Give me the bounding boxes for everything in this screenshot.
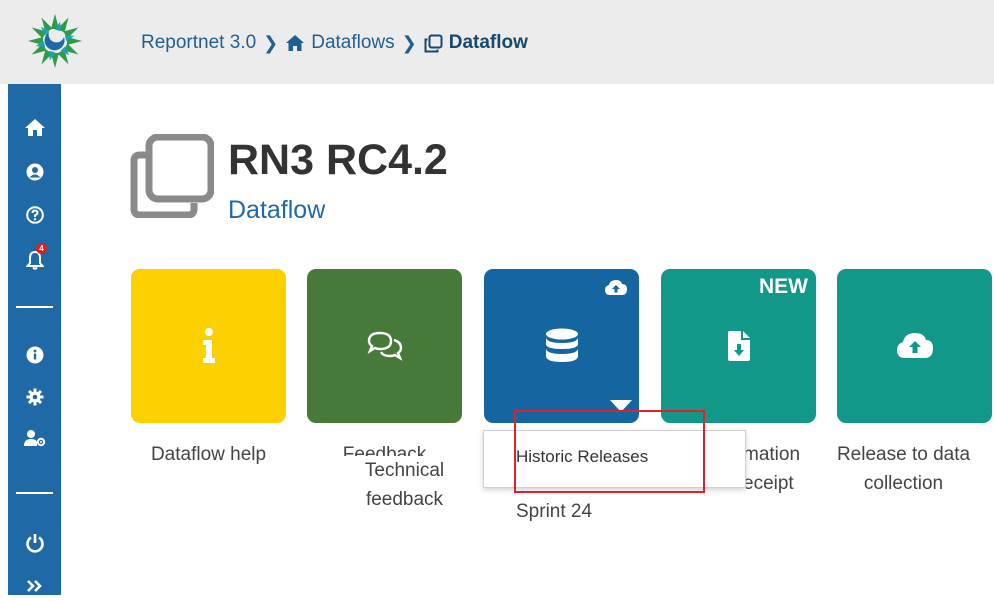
home-icon [285, 34, 305, 52]
release-dropdown-menu: Historic Releases [483, 430, 746, 488]
dataflow-help-card[interactable] [131, 269, 286, 423]
sidebar-divider [16, 306, 53, 308]
confirmation-receipt-card[interactable]: NEW [661, 269, 816, 423]
release-dataset-label: Sprint 24 [516, 501, 593, 522]
page-subtitle: Dataflow [228, 196, 326, 224]
gear-icon[interactable] [8, 382, 61, 412]
expand-icon[interactable] [8, 571, 61, 601]
sidebar-divider [16, 492, 53, 494]
home-icon[interactable] [8, 112, 61, 142]
breadcrumb-dataflow-label: Dataflow [448, 32, 528, 53]
release-to-data-collection-card[interactable] [837, 269, 992, 423]
user-settings-icon[interactable] [8, 423, 61, 453]
breadcrumb-dataflow: Dataflow [424, 32, 528, 54]
user-circle-icon[interactable] [8, 157, 61, 187]
feedback-card[interactable] [307, 269, 462, 423]
breadcrumb-dataflows-label[interactable]: Dataflows [311, 32, 394, 54]
clone-icon [424, 34, 443, 53]
power-icon[interactable] [8, 528, 61, 558]
breadcrumb-reportnet[interactable]: Reportnet 3.0 [141, 32, 256, 54]
new-badge: NEW [759, 275, 808, 298]
historic-releases-menu-item[interactable]: Historic Releases [516, 447, 648, 467]
info-icon[interactable] [8, 340, 61, 370]
breadcrumb-reportnet-label[interactable]: Reportnet 3.0 [141, 32, 256, 54]
chevron-right-icon: ❯ [263, 32, 279, 53]
chevron-right-icon: ❯ [401, 32, 417, 53]
info-icon [201, 328, 217, 364]
release-to-data-collection-label: Release to data collection [836, 444, 971, 494]
release-dataset-card[interactable] [484, 269, 639, 423]
dataflow-help-label: Dataflow help [150, 444, 267, 465]
file-download-icon [727, 331, 750, 361]
help-icon[interactable] [8, 200, 61, 230]
reportnet-logo[interactable] [26, 12, 84, 70]
page-title: RN3 RC4.2 [228, 136, 448, 184]
breadcrumb: Reportnet 3.0 ❯ Dataflows ❯ Dataflow [141, 30, 528, 56]
caret-down-icon[interactable] [610, 399, 632, 417]
notification-count-badge: 4 [36, 243, 47, 254]
left-sidebar: 4 [8, 84, 61, 595]
breadcrumb-dataflows[interactable]: Dataflows [285, 32, 395, 54]
technical-feedback-label: Technical feedback [327, 456, 482, 514]
cloud-upload-icon [605, 280, 627, 301]
comments-icon [367, 331, 403, 361]
dataflow-clone-icon [130, 134, 214, 218]
database-icon [545, 328, 579, 364]
top-header: Reportnet 3.0 ❯ Dataflows ❯ Dataflow [0, 0, 994, 84]
cloud-upload-icon [896, 333, 933, 359]
notifications-button[interactable]: 4 [8, 243, 61, 275]
